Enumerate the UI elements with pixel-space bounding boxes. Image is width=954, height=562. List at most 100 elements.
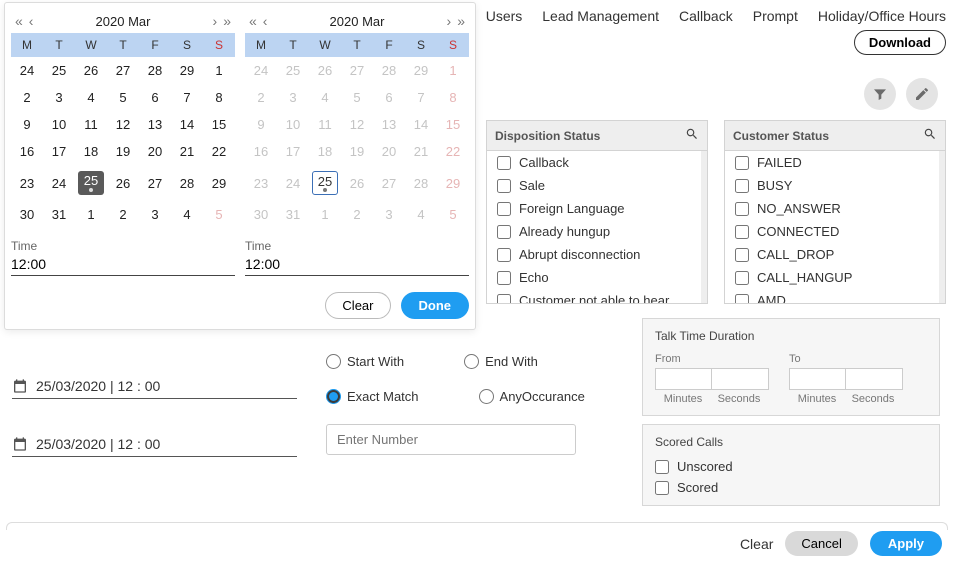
- calendar-day[interactable]: 5: [203, 201, 235, 228]
- next-year-icon[interactable]: »: [457, 13, 465, 29]
- talk-from-seconds[interactable]: [712, 369, 768, 389]
- calendar-day[interactable]: 19: [107, 138, 139, 165]
- filter-option[interactable]: AMD: [725, 289, 939, 303]
- calendar-day[interactable]: 16: [245, 138, 277, 165]
- calendar-day[interactable]: 10: [43, 111, 75, 138]
- date-to-display[interactable]: 25/03/2020 | 12 : 00: [12, 436, 297, 457]
- next-year-icon[interactable]: »: [223, 13, 231, 29]
- calendar-day[interactable]: 10: [277, 111, 309, 138]
- calendar-day[interactable]: 13: [373, 111, 405, 138]
- calendar-day[interactable]: 27: [107, 57, 139, 84]
- calendar-day[interactable]: 12: [107, 111, 139, 138]
- calendar-day[interactable]: 1: [75, 201, 107, 228]
- checkbox[interactable]: [735, 179, 749, 193]
- talk-to-seconds[interactable]: [846, 369, 902, 389]
- calendar-day[interactable]: 1: [203, 57, 235, 84]
- filter-option[interactable]: CALL_HANGUP: [725, 266, 939, 289]
- filter-option[interactable]: Echo: [487, 266, 701, 289]
- calendar-day[interactable]: 2: [107, 201, 139, 228]
- calendar-day[interactable]: 1: [309, 201, 341, 228]
- filter-icon[interactable]: [864, 78, 896, 110]
- checkbox[interactable]: [497, 271, 511, 285]
- calendar-day[interactable]: 24: [277, 165, 309, 201]
- filter-option[interactable]: Already hungup: [487, 220, 701, 243]
- radio-exact-match[interactable]: Exact Match: [326, 389, 419, 404]
- calendar-clear-button[interactable]: Clear: [325, 292, 390, 319]
- calendar-day[interactable]: 30: [245, 201, 277, 228]
- calendar-day[interactable]: 9: [11, 111, 43, 138]
- calendar-day[interactable]: 14: [171, 111, 203, 138]
- calendar-day[interactable]: 14: [405, 111, 437, 138]
- prev-year-icon[interactable]: «: [249, 13, 257, 29]
- calendar-day[interactable]: 1: [437, 57, 469, 84]
- calendar-day[interactable]: 29: [171, 57, 203, 84]
- calendar-day[interactable]: 4: [405, 201, 437, 228]
- calendar-day[interactable]: 8: [437, 84, 469, 111]
- radio-any-occurance[interactable]: AnyOccurance: [479, 389, 585, 404]
- filter-option[interactable]: Abrupt disconnection: [487, 243, 701, 266]
- calendar-day[interactable]: 22: [437, 138, 469, 165]
- calendar-day[interactable]: 15: [203, 111, 235, 138]
- chk-scored[interactable]: Scored: [655, 480, 927, 495]
- apply-button[interactable]: Apply: [870, 531, 942, 556]
- checkbox[interactable]: [735, 202, 749, 216]
- talk-to-minutes[interactable]: [790, 369, 846, 389]
- calendar-day[interactable]: 2: [11, 84, 43, 111]
- calendar-day[interactable]: 29: [203, 165, 235, 201]
- download-button[interactable]: Download: [854, 30, 946, 55]
- calendar-day[interactable]: 23: [11, 165, 43, 201]
- radio-end-with[interactable]: End With: [464, 354, 538, 369]
- checkbox[interactable]: [497, 248, 511, 262]
- calendar-day[interactable]: 6: [373, 84, 405, 111]
- filter-option[interactable]: FAILED: [725, 151, 939, 174]
- calendar-day[interactable]: 4: [309, 84, 341, 111]
- filter-option[interactable]: BUSY: [725, 174, 939, 197]
- nav-callback[interactable]: Callback: [679, 8, 733, 24]
- calendar-day[interactable]: 27: [341, 57, 373, 84]
- filter-option[interactable]: CALL_DROP: [725, 243, 939, 266]
- search-icon[interactable]: [685, 127, 699, 144]
- checkbox[interactable]: [497, 225, 511, 239]
- calendar-day[interactable]: 29: [405, 57, 437, 84]
- prev-month-icon[interactable]: ‹: [263, 13, 268, 29]
- calendar-day[interactable]: 3: [139, 201, 171, 228]
- calendar-day[interactable]: 15: [437, 111, 469, 138]
- nav-holiday-office-hours[interactable]: Holiday/Office Hours: [818, 8, 946, 24]
- nav-prompt[interactable]: Prompt: [753, 8, 798, 24]
- calendar-day[interactable]: 28: [373, 57, 405, 84]
- checkbox[interactable]: [497, 294, 511, 304]
- prev-year-icon[interactable]: «: [15, 13, 23, 29]
- checkbox[interactable]: [735, 248, 749, 262]
- nav-lead-management[interactable]: Lead Management: [542, 8, 659, 24]
- time-from-input[interactable]: [11, 253, 235, 276]
- filter-option[interactable]: Foreign Language: [487, 197, 701, 220]
- nav-users[interactable]: Users: [486, 8, 523, 24]
- calendar-day[interactable]: 21: [171, 138, 203, 165]
- footer-clear[interactable]: Clear: [740, 536, 773, 552]
- calendar-day[interactable]: 4: [75, 84, 107, 111]
- calendar-day[interactable]: 23: [245, 165, 277, 201]
- calendar-day[interactable]: 2: [341, 201, 373, 228]
- calendar-day[interactable]: 25: [277, 57, 309, 84]
- calendar-day[interactable]: 31: [43, 201, 75, 228]
- date-from-display[interactable]: 25/03/2020 | 12 : 00: [12, 378, 297, 399]
- calendar-day[interactable]: 16: [11, 138, 43, 165]
- calendar-day[interactable]: 17: [277, 138, 309, 165]
- calendar-day[interactable]: 12: [341, 111, 373, 138]
- calendar-day[interactable]: 20: [373, 138, 405, 165]
- calendar-day[interactable]: 9: [245, 111, 277, 138]
- calendar-day[interactable]: 4: [171, 201, 203, 228]
- calendar-day[interactable]: 24: [11, 57, 43, 84]
- calendar-day[interactable]: 29: [437, 165, 469, 201]
- chk-unscored[interactable]: Unscored: [655, 459, 927, 474]
- calendar-day[interactable]: 25: [43, 57, 75, 84]
- calendar-day[interactable]: 30: [11, 201, 43, 228]
- calendar-day[interactable]: 7: [171, 84, 203, 111]
- calendar-day[interactable]: 7: [405, 84, 437, 111]
- filter-option[interactable]: NO_ANSWER: [725, 197, 939, 220]
- calendar-day[interactable]: 28: [405, 165, 437, 201]
- checkbox[interactable]: [735, 156, 749, 170]
- calendar-day[interactable]: 5: [341, 84, 373, 111]
- calendar-day[interactable]: 18: [309, 138, 341, 165]
- calendar-done-button[interactable]: Done: [401, 292, 470, 319]
